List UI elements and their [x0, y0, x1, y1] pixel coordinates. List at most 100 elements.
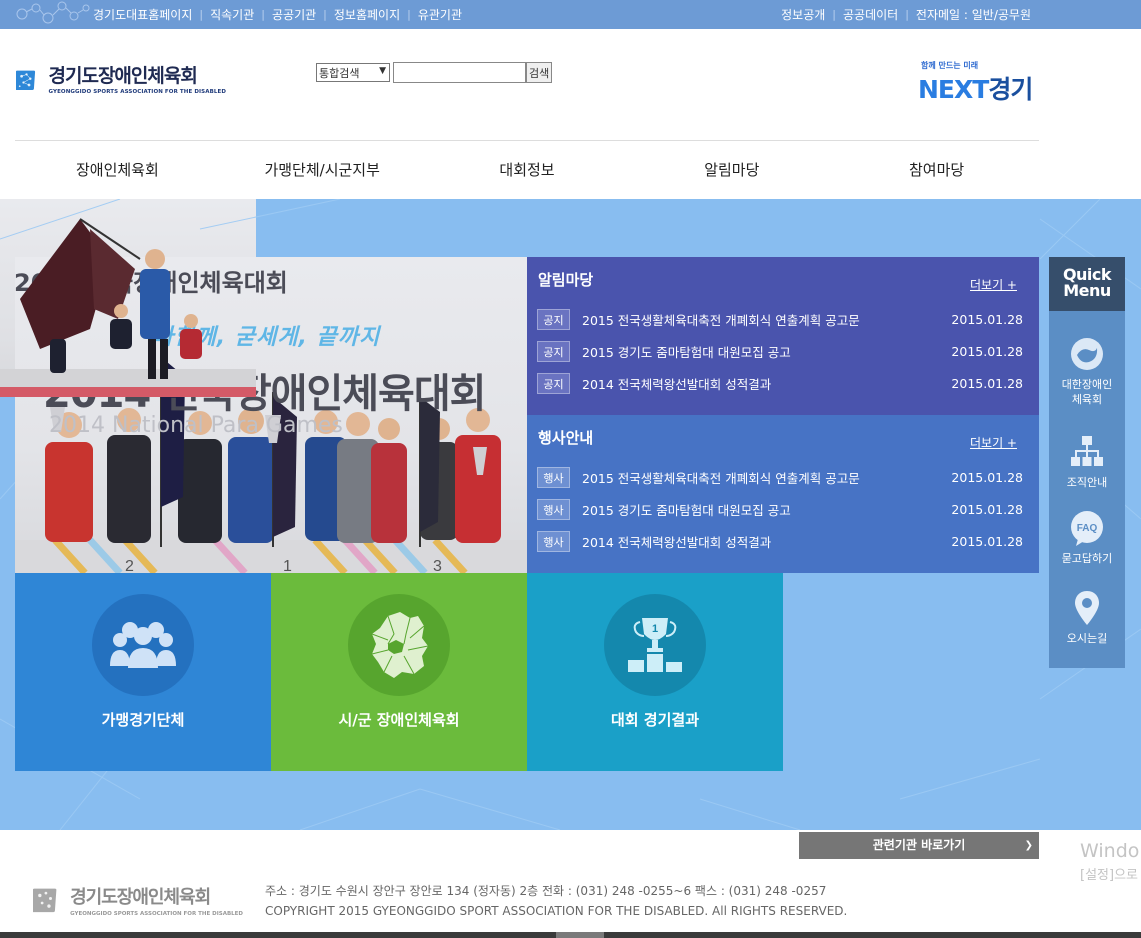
nav-competition-info[interactable]: 대회정보 — [425, 145, 630, 195]
svg-text:1: 1 — [652, 623, 658, 635]
quick-item-faq[interactable]: FAQ 묻고답하기 — [1049, 509, 1125, 566]
association-emblem-icon — [33, 888, 57, 913]
notice-more-link[interactable]: 더보기 + — [970, 276, 1017, 293]
list-item[interactable]: 공지 2015 전국생활체육대축전 개폐회식 연출계획 공고문 2015.01.… — [537, 308, 1023, 330]
search-form: 통합검색 ▼ 검색 — [316, 62, 553, 83]
event-date: 2015.01.28 — [951, 469, 1023, 485]
link-info-disclosure[interactable]: 정보공개 — [781, 6, 825, 23]
list-item[interactable]: 공지 2014 전국체력왕선발대회 성적결과 2015.01.28 — [537, 372, 1023, 394]
quick-menu: Quick Menu 대한장애인 체육회 조직안내 FAQ 묻고답하기 오시는길 — [1049, 257, 1125, 668]
svg-text:1: 1 — [283, 558, 292, 573]
notice-date: 2015.01.28 — [951, 311, 1023, 327]
location-pin-icon — [1075, 591, 1099, 625]
notice-title[interactable]: 2015 전국생활체육대축전 개폐회식 연출계획 공고문 — [582, 310, 937, 329]
chevron-down-icon: ❯ — [1024, 840, 1033, 851]
brand-gyeonggi: 경기 — [988, 75, 1033, 104]
tile-label: 시/군 장애인체육회 — [338, 711, 460, 729]
related-agencies-select[interactable]: 관련기관 바로가기 ❯ — [799, 832, 1039, 859]
association-emblem-icon — [16, 70, 36, 90]
link-related-agencies[interactable]: 유관기관 — [418, 6, 462, 23]
tile-member-groups[interactable]: 가맹경기단체 — [15, 573, 271, 771]
notice-badge: 공지 — [537, 372, 570, 394]
event-more-link[interactable]: 더보기 + — [970, 434, 1017, 451]
event-date: 2015.01.28 — [951, 533, 1023, 549]
header-divider — [15, 140, 1039, 141]
quick-title-line2: Menu — [1063, 281, 1111, 300]
quick-item-kpc[interactable]: 대한장애인 체육회 — [1049, 335, 1125, 407]
svg-text:3: 3 — [433, 558, 442, 573]
notice-title[interactable]: 2015 경기도 줌마탐험대 대원모집 공고 — [582, 342, 937, 361]
gyeonggi-map-icon — [371, 612, 429, 678]
list-item[interactable]: 행사 2015 전국생활체육대축전 개폐회식 연출계획 공고문 2015.01.… — [537, 466, 1023, 488]
event-title[interactable]: 2015 경기도 줌마탐험대 대원모집 공고 — [582, 500, 937, 519]
link-info-homepage[interactable]: 정보홈페이지 — [334, 6, 400, 23]
event-title[interactable]: 2015 전국생활체육대축전 개폐회식 연출계획 공고문 — [582, 468, 937, 487]
link-direct-agencies[interactable]: 직속기관 — [210, 6, 254, 23]
taskbar-edge — [0, 932, 1141, 938]
molecule-decoration-icon — [16, 1, 90, 24]
event-badge: 행사 — [537, 530, 570, 552]
chevron-down-icon: ▼ — [379, 66, 386, 76]
logo-subtitle: GYEONGGIDO SPORTS ASSOCIATION FOR THE DI… — [48, 88, 226, 95]
notice-date: 2015.01.28 — [951, 343, 1023, 359]
tile-city-county[interactable]: 시/군 장애인체육회 — [271, 573, 527, 771]
quick-menu-title: Quick Menu — [1049, 257, 1125, 311]
footer-logo: 경기도장애인체육회 GYEONGGIDO SPORTS ASSOCIATION … — [33, 882, 243, 918]
quick-item-organization[interactable]: 조직안내 — [1049, 433, 1125, 490]
nav-member-groups[interactable]: 가맹단체/시군지부 — [220, 145, 425, 195]
tile-label: 가맹경기단체 — [101, 711, 185, 729]
main-navigation: 장애인체육회 가맹단체/시군지부 대회정보 알림마당 참여마당 — [15, 145, 1039, 195]
brand-next: NEXT — [918, 75, 989, 104]
list-item[interactable]: 행사 2015 경기도 줌마탐험대 대원모집 공고 2015.01.28 — [537, 498, 1023, 520]
footer-address: 주소 : 경기도 수원시 장안구 장안로 134 (정자동) 2층 전화 : (… — [265, 884, 827, 898]
faq-icon: FAQ — [1071, 511, 1103, 546]
search-scope-select[interactable]: 통합검색 ▼ — [316, 63, 390, 82]
notice-date: 2015.01.28 — [951, 375, 1023, 391]
quick-item-directions[interactable]: 오시는길 — [1049, 589, 1125, 646]
list-item[interactable]: 행사 2014 전국체력왕선발대회 성적결과 2015.01.28 — [537, 530, 1023, 552]
org-chart-icon — [1071, 436, 1103, 466]
nav-participation[interactable]: 참여마당 — [834, 145, 1039, 195]
nav-notices[interactable]: 알림마당 — [629, 145, 834, 195]
tile-competition-results[interactable]: 1 대회 경기결과 — [527, 573, 783, 771]
link-public-data[interactable]: 공공데이터 — [843, 6, 898, 23]
quick-item-label: 오시는길 — [1066, 632, 1108, 645]
svg-text:FAQ: FAQ — [1077, 523, 1098, 534]
utility-links: 정보공개 | 공공데이터 | 전자메일 : 일반/공무원 — [781, 6, 1031, 23]
nav-association[interactable]: 장애인체육회 — [15, 145, 220, 195]
footer-copyright: COPYRIGHT 2015 GYEONGGIDO SPORT ASSOCIAT… — [265, 904, 848, 918]
quick-item-label: 묻고답하기 — [1061, 552, 1113, 565]
footer-info: 주소 : 경기도 수원시 장안구 장안로 134 (정자동) 2층 전화 : (… — [265, 881, 847, 921]
kpc-icon — [1071, 338, 1103, 370]
site-logo[interactable]: 경기도장애인체육회 GYEONGGIDO SPORTS ASSOCIATION … — [16, 62, 226, 98]
link-gyeonggi-main[interactable]: 경기도대표홈페이지 — [93, 6, 192, 23]
link-email[interactable]: 전자메일 : 일반/공무원 — [916, 6, 1031, 23]
logo-name: 경기도장애인체육회 — [48, 64, 198, 87]
event-title[interactable]: 2014 전국체력왕선발대회 성적결과 — [582, 532, 937, 551]
event-badge: 행사 — [537, 498, 570, 520]
tile-icon-circle: 1 — [604, 594, 706, 696]
search-button[interactable]: 검색 — [526, 62, 553, 83]
people-group-icon — [110, 622, 176, 668]
tile-icon-circle — [348, 594, 450, 696]
top-utility-bar: 경기도대표홈페이지 | 직속기관 | 공공기관 | 정보홈페이지 | 유관기관 정보공개… — [0, 0, 1141, 29]
link-public-agencies[interactable]: 공공기관 — [272, 6, 316, 23]
windows-activation-watermark-sub: [설정]으로 — [1080, 868, 1138, 883]
related-agencies-label: 관련기관 바로가기 — [872, 838, 966, 852]
event-date: 2015.01.28 — [951, 501, 1023, 517]
event-badge: 행사 — [537, 466, 570, 488]
quick-item-label: 조직안내 — [1066, 476, 1108, 489]
quick-item-label: 대한장애인 체육회 — [1061, 378, 1113, 406]
next-gyeonggi-brand[interactable]: 함께 만드는 미래 NEXT경기 — [918, 58, 1043, 110]
event-panel-title: 행사안내 — [538, 429, 594, 447]
notice-badge: 공지 — [537, 340, 570, 362]
flag-bearer-photo[interactable]: 2014 전국장애인체육대회 — [0, 199, 288, 397]
notice-title[interactable]: 2014 전국체력왕선발대회 성적결과 — [582, 374, 937, 393]
search-input[interactable] — [393, 62, 526, 83]
tile-label: 대회 경기결과 — [610, 711, 700, 729]
notice-badge: 공지 — [537, 308, 570, 330]
family-site-links: 경기도대표홈페이지 | 직속기관 | 공공기관 | 정보홈페이지 | 유관기관 — [93, 6, 463, 23]
svg-text:2: 2 — [125, 558, 134, 573]
search-scope-value: 통합검색 — [319, 66, 360, 80]
list-item[interactable]: 공지 2015 경기도 줌마탐험대 대원모집 공고 2015.01.28 — [537, 340, 1023, 362]
